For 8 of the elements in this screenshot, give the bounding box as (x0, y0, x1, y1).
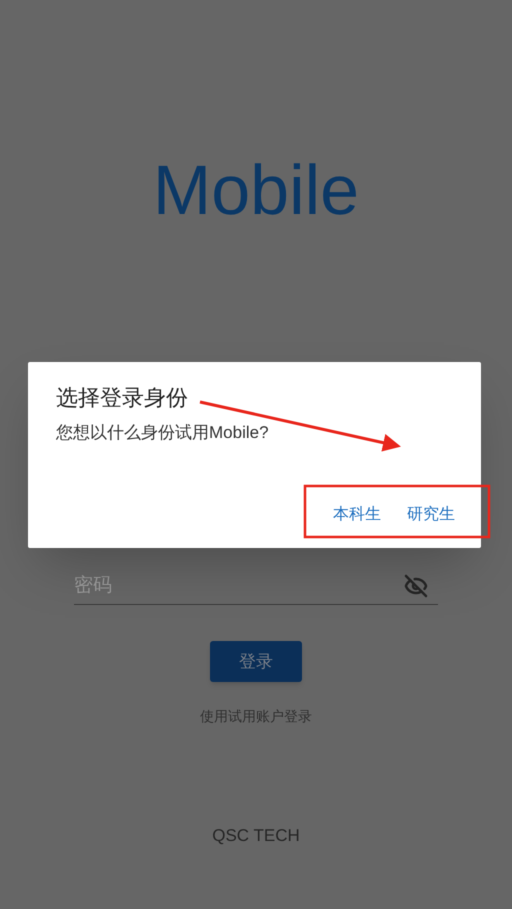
dialog-title: 选择登录身份 (56, 384, 189, 412)
dialog-action-button[interactable]: 本科生 (327, 500, 387, 530)
footer-text: QSC TECH (212, 825, 300, 847)
dialog-message: 您想以什么身份试用Mobile? (56, 422, 270, 444)
dialog-action-button[interactable]: 研究生 (401, 500, 461, 530)
hide-password-icon[interactable] (404, 574, 428, 598)
app-title: Mobile (152, 150, 360, 231)
login-button[interactable]: 登录 (210, 641, 302, 682)
